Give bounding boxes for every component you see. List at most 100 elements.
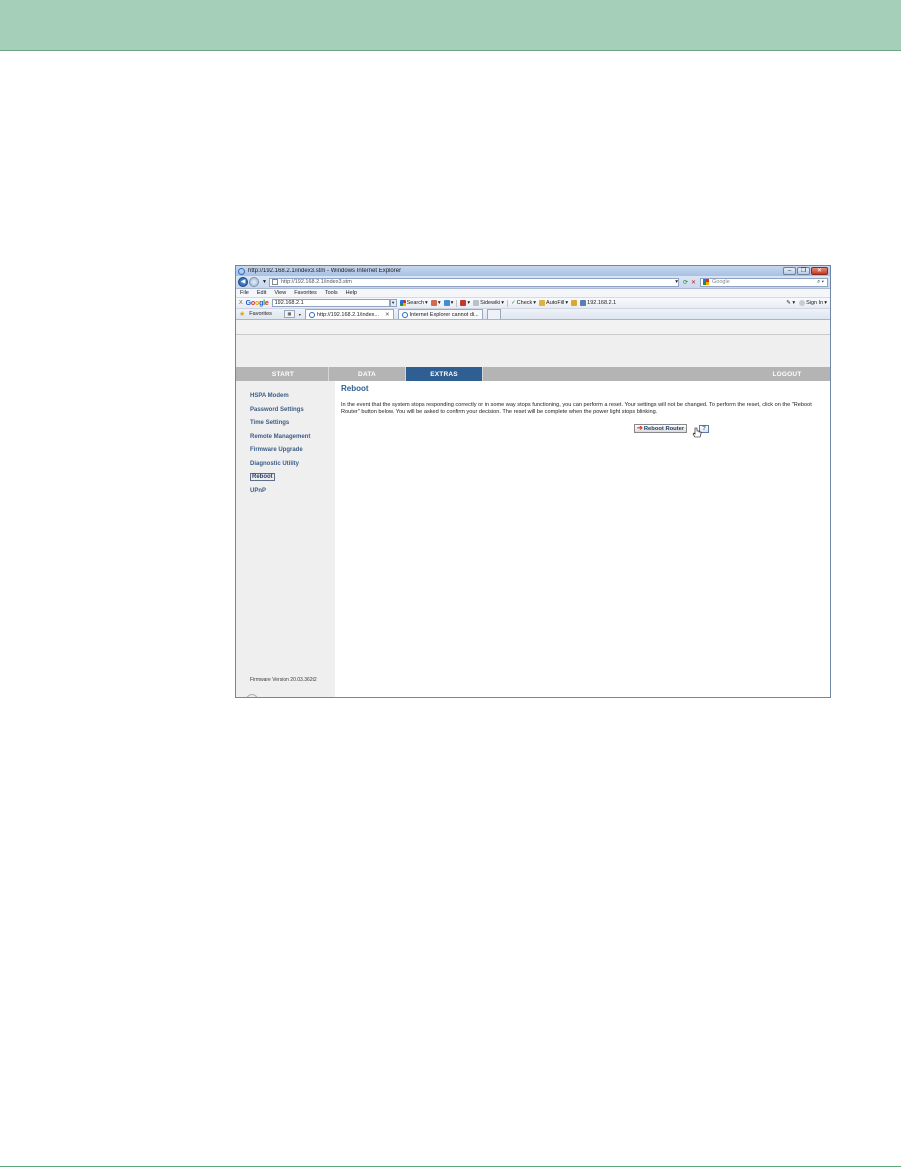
search-placeholder: Google	[712, 279, 730, 285]
restore-icon[interactable]: ❐	[797, 267, 810, 275]
scroll-indicator	[246, 694, 258, 697]
spellcheck-icon: ✓	[511, 300, 516, 306]
router-body: HSPA Modem Password Settings Time Settin…	[236, 381, 830, 697]
nav-logout[interactable]: LOGOUT	[744, 367, 830, 381]
wrench-icon[interactable]: ✎ ▾	[786, 300, 795, 306]
reboot-description: In the event that the system stops respo…	[341, 402, 812, 415]
url-text: http://192.168.2.1/index3.stm	[280, 279, 352, 285]
autofill-label: AutoFill	[546, 300, 565, 306]
google-input-dropdown-icon[interactable]: ▼	[389, 299, 397, 307]
refresh-icon[interactable]: ⟳	[683, 279, 688, 286]
content-panel: Reboot In the event that the system stop…	[335, 381, 830, 697]
nav-data[interactable]: DATA	[329, 367, 406, 381]
router-page: START DATA EXTRAS LOGOUT HSPA Modem Pass…	[236, 334, 830, 697]
new-tab-button[interactable]	[486, 309, 501, 319]
google-toolbar-input[interactable]: 192.168.2.1	[271, 299, 390, 307]
magnifier-icon[interactable]: ⌕ ▾	[817, 279, 824, 286]
toolbar-right: ✎ ▾ Sign In ▾	[786, 300, 827, 306]
forward-icon[interactable]	[249, 277, 259, 287]
url-input[interactable]: http://192.168.2.1/index3.stm ▾	[268, 277, 679, 287]
sidebar-item-hspa-modem[interactable]: HSPA Modem	[250, 392, 335, 406]
sidebar-item-reboot[interactable]: Reboot	[250, 473, 335, 487]
favorites-bar: ★ Favorites ▦ ▾ http://192.168.2.1/index…	[236, 309, 830, 320]
button-row: ➔ Reboot Router ?	[634, 424, 830, 438]
sidebar-item-password-settings[interactable]: Password Settings	[250, 406, 335, 420]
tab-router-label: http://192.168.2.1/index...	[316, 311, 379, 318]
menu-help[interactable]: Help	[346, 290, 357, 296]
tab-error-label: Internet Explorer cannot di...	[409, 311, 479, 318]
ie-logo-icon	[238, 267, 245, 275]
router-header	[236, 334, 830, 367]
menu-tools[interactable]: Tools	[325, 290, 338, 296]
sidewiki-button[interactable]: Sidewiki ▾	[473, 300, 504, 306]
tab-close-icon[interactable]: ✕	[385, 312, 390, 318]
sidebar-item-remote-management[interactable]: Remote Management	[250, 433, 335, 447]
sign-in-label: Sign In	[806, 300, 824, 306]
hand-cursor-icon	[692, 427, 702, 438]
tab-ie-icon	[308, 311, 315, 318]
quick-tabs-icon[interactable]: ▦	[283, 310, 295, 318]
share-icon	[430, 300, 437, 306]
sign-in-button[interactable]: Sign In ▾	[799, 300, 827, 306]
google-g-icon	[399, 300, 406, 306]
tab-ie-icon-2	[401, 311, 408, 318]
sidebar-item-reboot-label: Reboot	[250, 473, 275, 481]
toolbar-close-button[interactable]: X	[239, 300, 243, 306]
sidebar-item-upnp[interactable]: UPnP	[250, 487, 335, 501]
sidebar-item-time-settings[interactable]: Time Settings	[250, 419, 335, 433]
reboot-router-label: Reboot Router	[643, 425, 685, 432]
page-footer-rule	[0, 1166, 901, 1167]
url-dropdown-icon[interactable]: ▾	[675, 279, 678, 285]
menu-edit[interactable]: Edit	[257, 290, 266, 296]
sidewiki-label: Sidewiki	[480, 300, 501, 306]
history-dropdown-icon[interactable]: ▼	[262, 279, 267, 285]
address-search-button[interactable]: 192.168.2.1	[580, 300, 616, 306]
favorites-star-icon[interactable]: ★	[239, 310, 245, 318]
reboot-router-button[interactable]: ➔ Reboot Router	[634, 424, 702, 438]
page-title: Reboot	[341, 384, 369, 393]
google-search-button[interactable]: Search ▾	[399, 300, 428, 306]
pagerank-button[interactable]: ▾	[460, 300, 470, 306]
tab-router[interactable]: http://192.168.2.1/index... ✕	[304, 309, 394, 319]
search-input[interactable]: Google ⌕ ▾	[700, 277, 828, 287]
pagerank-icon	[460, 300, 467, 306]
nav-extras[interactable]: EXTRAS	[406, 367, 483, 381]
google-toolbar: X Google 192.168.2.1 ▼ Search ▾ ▾ ▾ ▾ Si…	[236, 298, 830, 309]
tab-error[interactable]: Internet Explorer cannot di...	[397, 309, 483, 319]
stop-icon[interactable]: ✕	[691, 279, 696, 286]
minimize-icon[interactable]: –	[783, 267, 796, 275]
address-bar: ◀ ▼ http://192.168.2.1/index3.stm ▾ ⟳ ✕ …	[236, 276, 830, 289]
address-label: 192.168.2.1	[587, 300, 617, 306]
pencil-icon	[571, 300, 578, 306]
sidebar: HSPA Modem Password Settings Time Settin…	[236, 381, 335, 697]
magnifier-page-icon	[580, 300, 587, 306]
nav-start[interactable]: START	[238, 367, 329, 381]
sidebar-item-firmware-upgrade[interactable]: Firmware Upgrade	[250, 446, 335, 460]
google-search-icon	[703, 279, 710, 285]
sidebar-item-diagnostic-utility[interactable]: Diagnostic Utility	[250, 460, 335, 474]
window-controls: – ❐ ✕	[783, 267, 828, 275]
menu-bar: File Edit View Favorites Tools Help	[236, 289, 830, 298]
menu-file[interactable]: File	[240, 290, 249, 296]
close-icon[interactable]: ✕	[811, 267, 828, 275]
user-icon	[799, 300, 806, 306]
google-search-label: Search	[406, 300, 425, 306]
back-icon[interactable]: ◀	[238, 277, 248, 287]
router-nav: START DATA EXTRAS LOGOUT	[236, 367, 830, 381]
arrow-right-icon: ➔	[637, 424, 643, 432]
more-button[interactable]: ▾	[443, 300, 453, 306]
menu-favorites[interactable]: Favorites	[294, 290, 317, 296]
spellcheck-button[interactable]: ✓ Check ▾	[511, 300, 536, 306]
menu-view[interactable]: View	[274, 290, 286, 296]
tab-list-dropdown-icon[interactable]: ▾	[299, 312, 301, 317]
bookmark-button[interactable]: ▾	[430, 300, 441, 306]
send-to-button[interactable]	[571, 300, 578, 306]
google-logo: Google	[245, 299, 269, 307]
check-label: Check	[516, 300, 533, 306]
window-title: http://192.168.2.1/index3.stm - Windows …	[248, 268, 402, 274]
title-bar: http://192.168.2.1/index3.stm - Windows …	[236, 266, 830, 276]
autofill-button[interactable]: AutoFill ▾	[539, 300, 568, 306]
page-header-band	[0, 0, 901, 51]
favorites-button[interactable]: Favorites	[249, 311, 272, 317]
